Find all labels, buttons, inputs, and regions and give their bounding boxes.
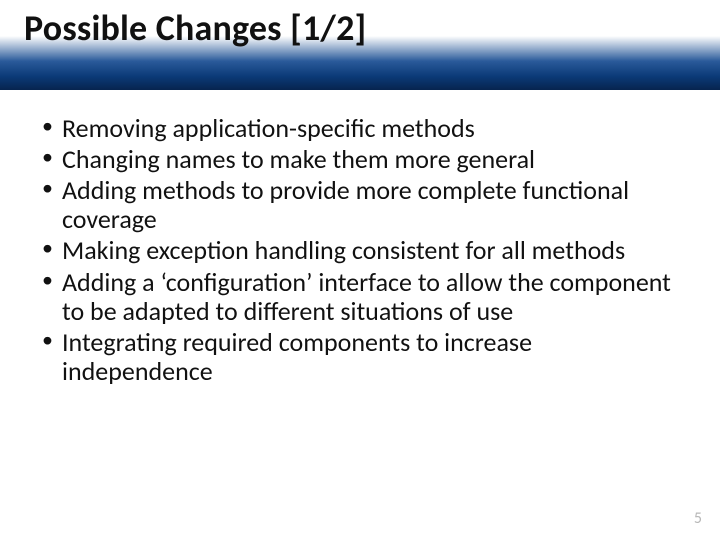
list-item: Adding a ‘configuration’ interface to al… — [40, 268, 680, 326]
list-item: Adding methods to provide more complete … — [40, 176, 680, 234]
bullet-list: Removing application-specific methods Ch… — [40, 114, 680, 386]
list-item: Changing names to make them more general — [40, 145, 680, 174]
slide-title: Possible Changes [1/2] — [24, 6, 366, 50]
list-item: Integrating required components to incre… — [40, 328, 680, 386]
list-item: Making exception handling consistent for… — [40, 236, 680, 265]
title-band: Possible Changes [1/2] — [0, 0, 720, 90]
page-number: 5 — [694, 509, 702, 528]
list-item: Removing application-specific methods — [40, 114, 680, 143]
slide-content: Removing application-specific methods Ch… — [0, 90, 720, 386]
